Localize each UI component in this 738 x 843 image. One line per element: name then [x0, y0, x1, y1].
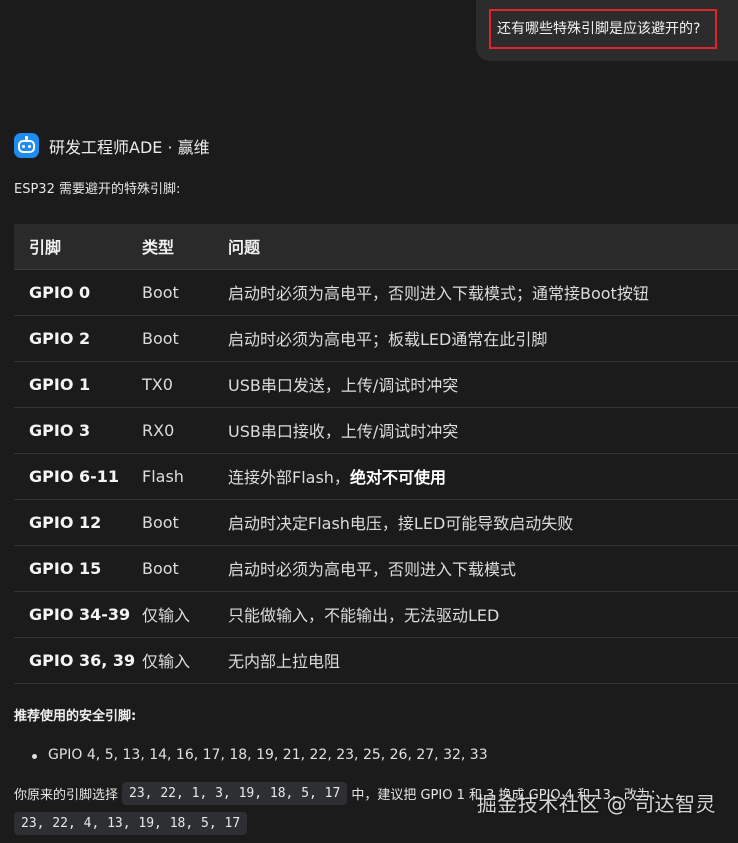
table-row: GPIO 6-11 Flash 连接外部Flash，绝对不可使用	[14, 453, 738, 500]
pin-cell: GPIO 2	[14, 315, 142, 362]
pin-cell: GPIO 15	[14, 545, 142, 592]
pin-cell: GPIO 0	[14, 269, 142, 316]
pin-cell: GPIO 34-39	[14, 591, 142, 638]
issue-text: 启动时必须为高电平，否则进入下载模式	[228, 560, 517, 579]
issue-text: USB串口发送，上传/调试时冲突	[228, 376, 459, 395]
issue-text: 只能做输入，不能输出，无法驱动LED	[228, 606, 500, 625]
list-item: GPIO 4, 5, 13, 14, 16, 17, 18, 19, 21, 2…	[32, 747, 488, 763]
new-pins-code: 23, 22, 4, 13, 19, 18, 5, 17	[14, 811, 248, 835]
assistant-name: 研发工程师ADE · 赢维	[49, 137, 210, 157]
pin-cell: GPIO 12	[14, 499, 142, 546]
table-row: GPIO 0 Boot 启动时必须为高电平，否则进入下载模式；通常接Boot按钮	[14, 269, 738, 316]
advice-prefix: 你原来的引脚选择	[14, 787, 119, 803]
pin-cell: GPIO 1	[14, 361, 142, 408]
watermark: 掘金技术社区 @ 司达智灵	[476, 792, 716, 816]
issue-text: 启动时必须为高电平，否则进入下载模式；通常接Boot按钮	[228, 284, 649, 303]
type-cell: Flash	[142, 453, 228, 500]
robot-avatar-icon	[14, 133, 39, 158]
header-type: 类型	[142, 224, 228, 270]
original-pins-code: 23, 22, 1, 3, 19, 18, 5, 17	[122, 781, 348, 805]
table-row: GPIO 34-39 仅输入 只能做输入，不能输出，无法驱动LED	[14, 591, 738, 638]
type-cell: 仅输入	[142, 637, 228, 684]
assistant-header: 研发工程师ADE · 赢维	[14, 132, 210, 159]
type-cell: TX0	[142, 361, 228, 408]
header-pin: 引脚	[14, 224, 142, 270]
issue-cell: 只能做输入，不能输出，无法驱动LED	[228, 591, 738, 638]
type-cell: Boot	[142, 315, 228, 362]
safe-pins-list: GPIO 4, 5, 13, 14, 16, 17, 18, 19, 21, 2…	[32, 747, 488, 763]
issue-text: 无内部上拉电阻	[228, 652, 341, 671]
table-row: GPIO 12 Boot 启动时决定Flash电压，接LED可能导致启动失败	[14, 499, 738, 546]
issue-cell: USB串口接收，上传/调试时冲突	[228, 407, 738, 454]
issue-cell: 启动时必须为高电平，否则进入下载模式；通常接Boot按钮	[228, 269, 738, 316]
type-cell: 仅输入	[142, 591, 228, 638]
table-row: GPIO 2 Boot 启动时必须为高电平；板载LED通常在此引脚	[14, 315, 738, 362]
assistant-intro-text: ESP32 需要避开的特殊引脚:	[14, 182, 181, 197]
table-row: GPIO 36, 39 仅输入 无内部上拉电阻	[14, 637, 738, 684]
type-cell: Boot	[142, 499, 228, 546]
issue-cell: 无内部上拉电阻	[228, 637, 738, 684]
type-cell: RX0	[142, 407, 228, 454]
user-message-text: 还有哪些特殊引脚是应该避开的?	[489, 9, 717, 49]
issue-cell: 连接外部Flash，绝对不可使用	[228, 453, 738, 500]
type-cell: Boot	[142, 269, 228, 316]
pin-cell: GPIO 36, 39	[14, 637, 142, 684]
issue-text: 连接外部Flash，	[228, 468, 350, 487]
table-header-row: 引脚 类型 问题	[14, 224, 738, 270]
chat-page: 还有哪些特殊引脚是应该避开的? 研发工程师ADE · 赢维 ESP32 需要避开…	[0, 0, 738, 843]
issue-text: 启动时决定Flash电压，接LED可能导致启动失败	[228, 514, 574, 533]
issue-cell: 启动时决定Flash电压，接LED可能导致启动失败	[228, 499, 738, 546]
issue-bold-text: 绝对不可使用	[349, 468, 446, 487]
special-pins-table: 引脚 类型 问题 GPIO 0 Boot 启动时必须为高电平，否则进入下载模式；通常…	[14, 224, 738, 684]
table-row: GPIO 15 Boot 启动时必须为高电平，否则进入下载模式	[14, 545, 738, 592]
issue-text: USB串口接收，上传/调试时冲突	[228, 422, 459, 441]
safe-pins-title: 推荐使用的安全引脚:	[14, 709, 137, 724]
issue-cell: USB串口发送，上传/调试时冲突	[228, 361, 738, 408]
type-cell: Boot	[142, 545, 228, 592]
issue-cell: 启动时必须为高电平；板载LED通常在此引脚	[228, 315, 738, 362]
table-row: GPIO 3 RX0 USB串口接收，上传/调试时冲突	[14, 407, 738, 454]
header-issue: 问题	[228, 224, 738, 270]
pin-cell: GPIO 6-11	[14, 453, 142, 500]
issue-cell: 启动时必须为高电平，否则进入下载模式	[228, 545, 738, 592]
pin-cell: GPIO 3	[14, 407, 142, 454]
issue-text: 启动时必须为高电平；板载LED通常在此引脚	[228, 330, 548, 349]
table-row: GPIO 1 TX0 USB串口发送，上传/调试时冲突	[14, 361, 738, 408]
